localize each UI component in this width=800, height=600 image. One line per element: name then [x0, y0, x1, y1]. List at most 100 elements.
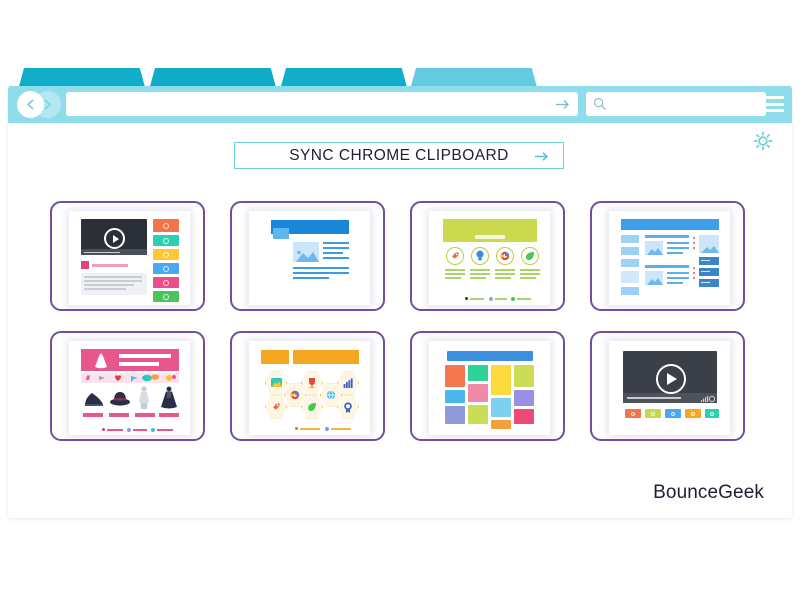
thumbnail-card-hexicons[interactable] [230, 331, 385, 441]
header-logo [261, 350, 289, 364]
volume-and-settings-icon[interactable] [701, 395, 715, 402]
card-screen [429, 211, 550, 305]
url-go-arrow-icon[interactable] [554, 96, 571, 113]
text-line [667, 282, 683, 285]
header-banner [293, 350, 359, 364]
dress-icon[interactable] [135, 386, 153, 410]
logo-square [273, 228, 289, 239]
thumbnail-card-shop[interactable] [50, 331, 205, 441]
search-icon [593, 97, 607, 111]
grid-tile[interactable] [468, 405, 488, 424]
grid-tile[interactable] [491, 398, 511, 417]
grid-tile[interactable] [445, 365, 465, 387]
search-bar[interactable] [586, 92, 766, 116]
back-button[interactable] [17, 91, 44, 118]
button-icon [710, 411, 714, 416]
text-line [293, 272, 349, 275]
footer-line [517, 297, 531, 300]
text-line [667, 242, 689, 245]
thumbnail-card-features[interactable] [410, 201, 565, 311]
thumbnail-card-masonry[interactable] [410, 331, 565, 441]
grid-tile[interactable] [491, 365, 511, 395]
grid-tile[interactable] [445, 406, 465, 424]
sync-chrome-clipboard-button[interactable]: SYNC CHROME CLIPBOARD [234, 142, 564, 169]
text-line [323, 247, 349, 250]
search-input[interactable] [612, 94, 762, 116]
tile-icon [163, 265, 169, 272]
thumbnail-card-video-player[interactable] [590, 331, 745, 441]
button-icon [631, 411, 635, 416]
rocket-icon [452, 252, 459, 259]
footer-line [495, 297, 507, 300]
text-line [445, 277, 461, 279]
text-line [520, 277, 536, 279]
hamburger-menu-icon[interactable] [764, 96, 784, 112]
url-input[interactable] [74, 94, 558, 116]
footer-dot [151, 427, 155, 432]
footer-line [470, 297, 484, 300]
grid-tile[interactable] [468, 365, 488, 381]
text-line [84, 284, 134, 286]
card-inner [249, 341, 370, 435]
tile-line [701, 281, 710, 284]
marker-dot [693, 242, 696, 245]
grid-tile[interactable] [491, 420, 511, 429]
gown-icon[interactable] [159, 386, 179, 410]
card-screen [429, 341, 550, 435]
price-tag [109, 413, 129, 417]
marker-dot [693, 237, 696, 240]
marker-dot [693, 247, 696, 250]
hat-icon[interactable] [109, 387, 131, 409]
tile-icon [163, 251, 169, 258]
grid-tile[interactable] [445, 390, 465, 403]
thumbnail-card-dashboard[interactable] [590, 201, 745, 311]
grid-tile[interactable] [514, 365, 534, 387]
shoe-icon[interactable] [83, 387, 105, 409]
footer-dot [127, 427, 131, 432]
card-inner [69, 211, 190, 305]
text-line [323, 242, 349, 245]
browser-window: SYNC CHROME CLIPBOARD BounceGeek [8, 66, 792, 518]
menu-line [764, 109, 784, 112]
card-screen [249, 341, 370, 435]
camera-icon [500, 251, 510, 261]
gear-icon[interactable] [752, 130, 774, 152]
card-inner [429, 211, 550, 305]
price-tag [159, 413, 179, 417]
chevron-left-icon [26, 99, 34, 110]
play-triangle [112, 234, 119, 243]
footer-line [300, 427, 320, 430]
play-icon[interactable] [104, 228, 125, 249]
text-line [323, 257, 349, 260]
footer-line [133, 428, 147, 431]
text-line [495, 273, 515, 275]
price-tag [83, 413, 103, 417]
card-screen [69, 211, 190, 305]
footer-dot [325, 426, 329, 431]
header-banner [447, 351, 533, 361]
grid-tile[interactable] [514, 390, 534, 406]
sync-button-label: SYNC CHROME CLIPBOARD [289, 146, 509, 164]
grid-tile[interactable] [468, 384, 488, 402]
text-line [645, 265, 689, 268]
brand-logo: BounceGeek [653, 482, 764, 503]
thumbnail-card-video-sidebar[interactable] [50, 201, 205, 311]
text-line [84, 276, 142, 278]
card-screen [609, 341, 730, 435]
text-line [84, 288, 126, 290]
camera-icon [290, 390, 300, 400]
sidebar-block [621, 287, 639, 295]
grid-tile[interactable] [514, 409, 534, 424]
footer-dot [102, 428, 105, 431]
sidebar-block [621, 271, 639, 283]
thumbnail-card-article[interactable] [230, 201, 385, 311]
footer-dot [489, 296, 493, 301]
text-line [470, 277, 486, 279]
play-icon[interactable] [656, 364, 686, 394]
page-content: SYNC CHROME CLIPBOARD BounceGeek [8, 123, 792, 518]
url-bar[interactable] [66, 92, 578, 116]
card-screen [609, 211, 730, 305]
title-line [92, 263, 128, 267]
button-icon [671, 411, 675, 416]
mountain-image-icon [647, 248, 663, 255]
